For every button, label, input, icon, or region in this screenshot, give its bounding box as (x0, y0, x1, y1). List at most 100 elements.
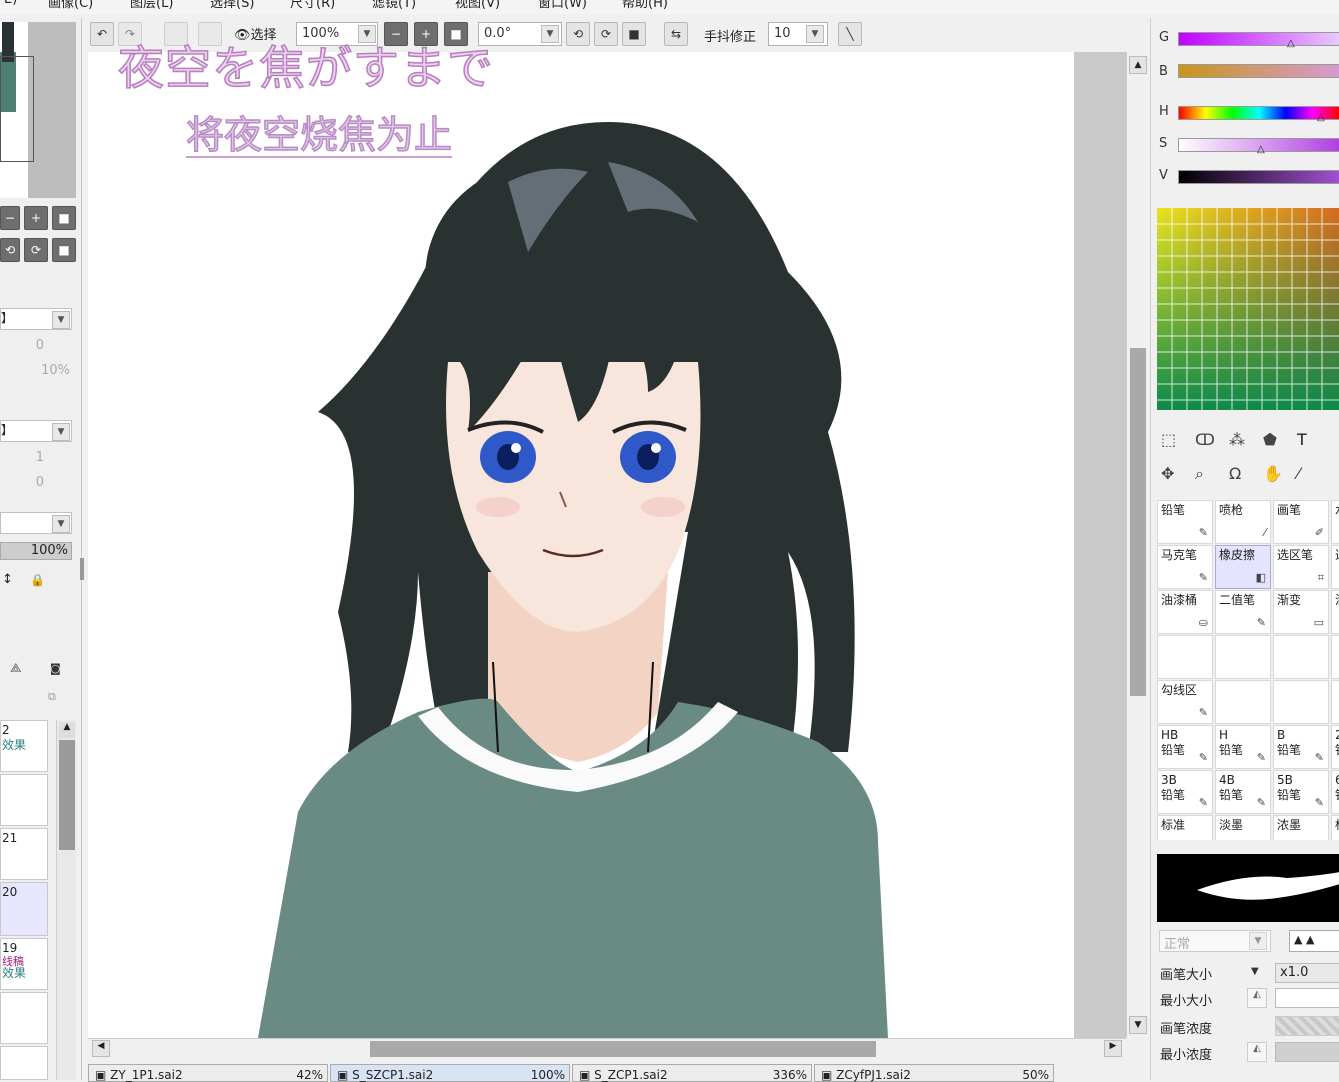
brush-item[interactable]: 喷枪 ⁄ (1215, 500, 1271, 544)
horizontal-scroll-thumb[interactable] (370, 1041, 876, 1057)
document-tab[interactable]: ▣ ZY_1P1.sai2 42% (88, 1064, 328, 1082)
saturation-slider[interactable]: △ (1178, 138, 1339, 155)
magic-wand-icon[interactable]: ⁂ (1229, 430, 1245, 449)
rotate-reset-button[interactable]: ■ (622, 22, 646, 46)
nav-rotate-left-button[interactable]: ⟲ (0, 238, 20, 262)
brush-item[interactable]: 水✎ (1331, 500, 1339, 544)
layer-mode-dropdown-2[interactable]: ▼ (52, 423, 70, 441)
brush-item[interactable] (1331, 680, 1339, 724)
hand-tool-icon[interactable]: ✋ (1263, 464, 1283, 483)
brush-item[interactable]: 标准 (1157, 815, 1213, 840)
brush-item[interactable]: 选区笔 ⌗ (1273, 545, 1329, 589)
stabilizer-dropdown[interactable]: ▼ (806, 25, 824, 43)
layer-item[interactable]: 2 效果 (0, 720, 48, 772)
brush-item[interactable] (1157, 635, 1213, 679)
opacity-bar[interactable]: 100% (0, 542, 72, 560)
brush-density-bar[interactable] (1275, 1016, 1339, 1036)
document-tab-active[interactable]: ▣ S_SZCP1.sai2 100% (330, 1064, 570, 1082)
vertical-scroll-thumb[interactable] (1130, 348, 1146, 696)
brush-item[interactable]: 淡墨 (1215, 815, 1271, 840)
line-tool-button[interactable]: ╲ (838, 22, 862, 46)
brush-item[interactable]: 勾线区 ✎ (1157, 680, 1213, 724)
drawing-canvas[interactable] (88, 52, 1074, 1038)
canvas-vertical-scrollbar[interactable]: ▲ ▼ (1126, 52, 1148, 1038)
brush-item[interactable]: B 铅笔 ✎ (1273, 725, 1329, 769)
layer-item[interactable] (0, 992, 48, 1044)
layer-item[interactable] (0, 774, 48, 826)
text-tool-icon[interactable]: T (1297, 430, 1307, 449)
nav-rotate-right-button[interactable]: ⟳ (24, 238, 48, 262)
rotate-right-button[interactable]: ⟳ (594, 22, 618, 46)
rect-select-icon[interactable]: ⬚ (1161, 430, 1176, 449)
brush-item[interactable]: HB 铅笔 ✎ (1157, 725, 1213, 769)
nav-zoom-reset-button[interactable]: ■ (52, 206, 76, 230)
layer-item[interactable] (0, 1046, 48, 1080)
min-size-pressure-icon[interactable]: ◭ (1247, 988, 1267, 1008)
value-slider[interactable] (1178, 170, 1339, 184)
color-swatch-grid[interactable] (1157, 208, 1339, 410)
slider-marker-icon[interactable]: △ (1287, 38, 1295, 49)
shape-icon[interactable]: ⬟ (1263, 430, 1277, 449)
brush-item[interactable]: 画笔 ✐ (1273, 500, 1329, 544)
brush-item[interactable]: 4B 铅笔 ✎ (1215, 770, 1271, 814)
hue-slider[interactable]: △ (1178, 106, 1339, 123)
brush-item-selected[interactable]: 橡皮擦 ◧ (1215, 545, 1271, 589)
brush-shape-buttons[interactable]: ▲ ▲ (1289, 930, 1339, 952)
layer-effect-icon[interactable]: ⟁ (10, 661, 22, 676)
min-density-bar[interactable] (1275, 1042, 1339, 1062)
lock-icon[interactable]: 🔒 (30, 573, 45, 587)
layer-item-selected[interactable]: 20 (0, 882, 48, 936)
brush-item[interactable] (1331, 635, 1339, 679)
menu-item-size[interactable]: 尺寸(R) (290, 0, 335, 11)
move-icon[interactable]: ↕ (2, 572, 13, 587)
nav-zoom-in-button[interactable]: + (24, 206, 48, 230)
canvas-horizontal-scrollbar[interactable]: ◀ ▶ (88, 1038, 1126, 1058)
brush-item[interactable]: 二值笔 ✎ (1215, 590, 1271, 634)
menu-item-select[interactable]: 选择(S) (210, 0, 254, 11)
move-tool-icon[interactable]: ✥ (1161, 464, 1174, 483)
menu-item-help[interactable]: 帮助(H) (622, 0, 668, 11)
slider-marker-icon[interactable]: △ (1257, 144, 1265, 155)
panel-splitter[interactable] (80, 558, 84, 580)
brush-item[interactable]: 标 (1331, 815, 1339, 840)
rotate-tool-icon[interactable]: Ω (1229, 464, 1241, 483)
brush-item[interactable]: 5B 铅笔 ✎ (1273, 770, 1329, 814)
menu-item-layer[interactable]: 图层(L) (130, 0, 173, 11)
brush-mode-dropdown[interactable]: ▼ (1249, 932, 1267, 950)
min-density-pressure-icon[interactable]: ◭ (1247, 1042, 1267, 1062)
min-size-field[interactable] (1275, 988, 1339, 1008)
brush-item[interactable]: 马克笔 ✎ (1157, 545, 1213, 589)
eyedropper-icon[interactable]: ⁄ (1297, 464, 1300, 483)
layer-field-3[interactable]: 1 (0, 450, 44, 465)
brush-item[interactable] (1273, 680, 1329, 724)
layer-mask-icon[interactable]: ◙ (50, 662, 61, 675)
slider-marker-icon[interactable]: △ (1317, 112, 1325, 123)
scroll-left-icon[interactable]: ◀ (92, 1040, 110, 1057)
brush-item[interactable] (1215, 635, 1271, 679)
scroll-up-icon[interactable]: ▲ (1129, 56, 1147, 74)
brush-size-multiplier[interactable]: x1.0 (1275, 963, 1339, 983)
menu-item-window[interactable]: 窗口(W) (538, 0, 587, 11)
brush-item[interactable]: 3B 铅笔 ✎ (1157, 770, 1213, 814)
flip-button[interactable]: ⇆ (664, 22, 688, 46)
brush-item[interactable]: 铅笔 ✎ (1157, 500, 1213, 544)
nav-rotate-reset-button[interactable]: ■ (52, 238, 76, 262)
green-slider[interactable]: △ (1178, 32, 1339, 49)
zoom-tool-icon[interactable]: ⌕ (1195, 464, 1204, 484)
scroll-up-icon[interactable]: ▲ (59, 722, 75, 738)
brush-item[interactable]: 2 铅✎ (1331, 725, 1339, 769)
menu-item[interactable]: E) (4, 0, 17, 7)
layer-scroll-thumb[interactable] (59, 740, 75, 850)
menu-item-image[interactable]: 画像(C) (48, 0, 93, 11)
brush-item[interactable]: 渐变 ▭ (1273, 590, 1329, 634)
layer-field-2[interactable]: 10% (0, 363, 70, 378)
undo-button[interactable]: ↶ (90, 22, 114, 46)
size-dropdown-icon[interactable]: ▼ (1251, 966, 1259, 977)
blue-slider[interactable] (1178, 64, 1339, 78)
brush-item[interactable]: 6 铅✎ (1331, 770, 1339, 814)
menu-item-filter[interactable]: 滤镜(T) (372, 0, 416, 11)
brush-item[interactable] (1273, 635, 1329, 679)
rotate-left-button[interactable]: ⟲ (566, 22, 590, 46)
layer-field-4[interactable]: 0 (0, 475, 44, 490)
nav-zoom-out-button[interactable]: − (0, 206, 20, 230)
